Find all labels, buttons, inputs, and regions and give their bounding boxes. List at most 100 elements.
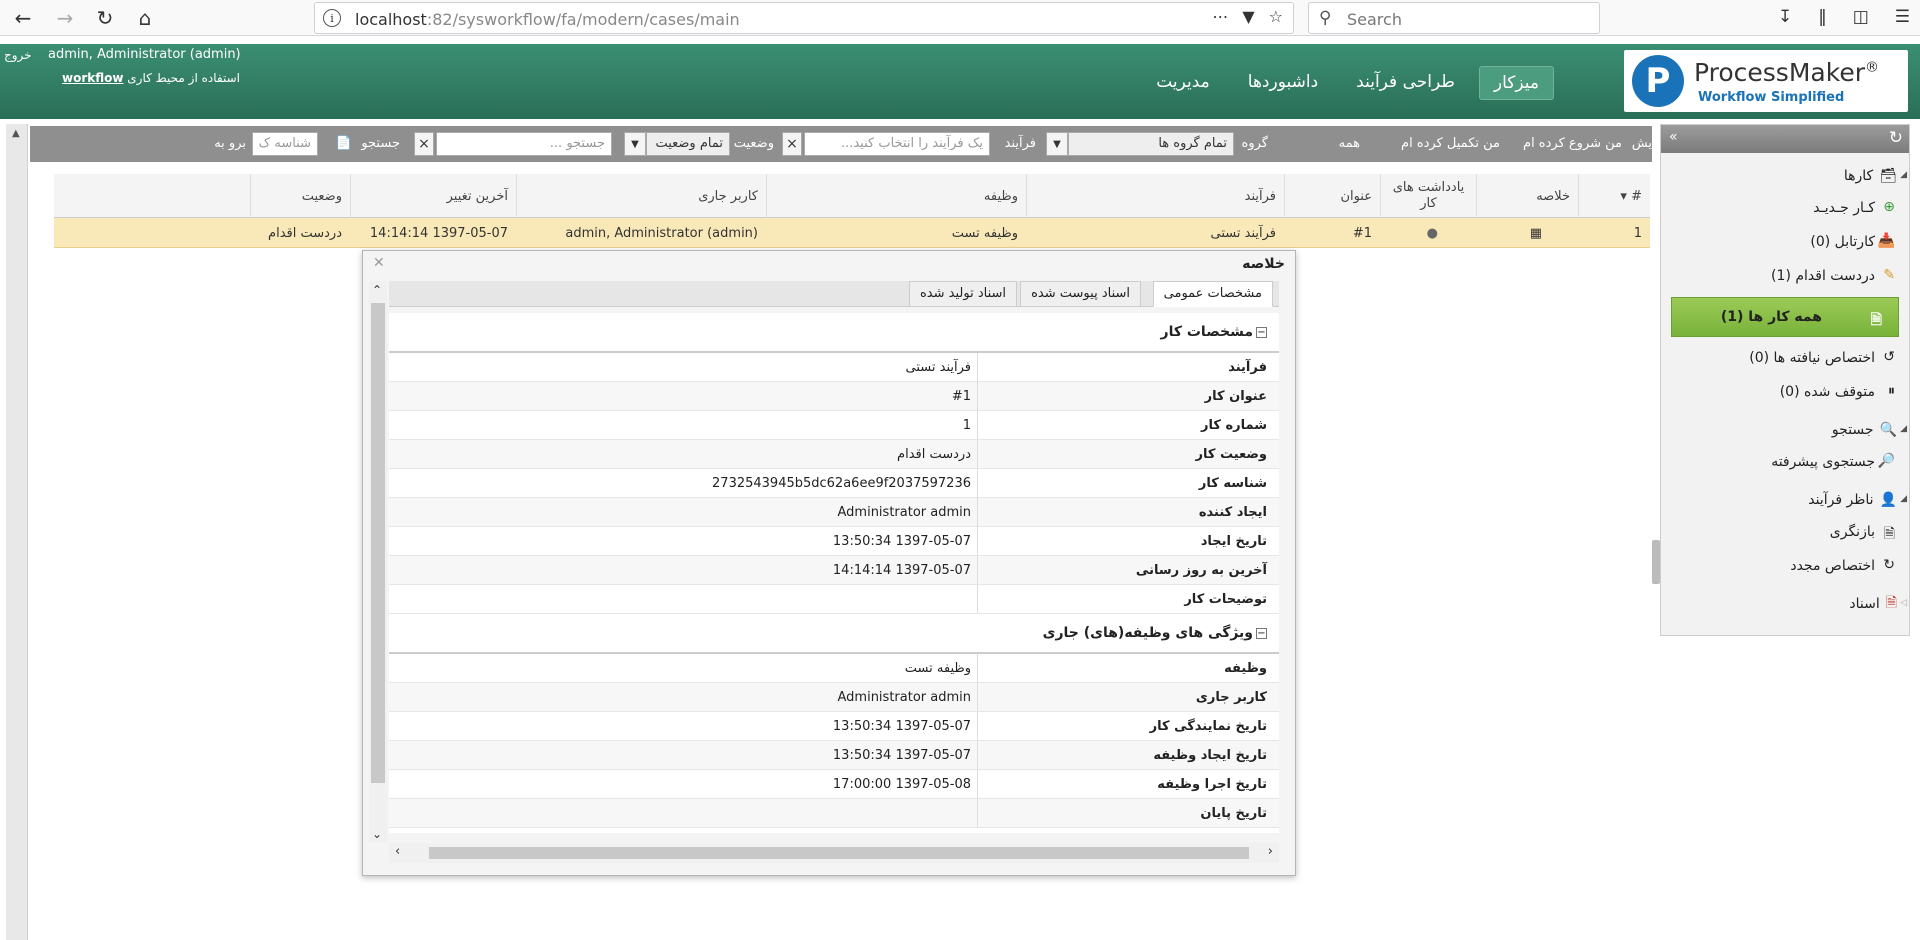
- section-case-properties[interactable]: − مشخصات کار: [389, 313, 1279, 353]
- expand-triangle-icon[interactable]: ◢: [1900, 494, 1907, 504]
- sidebar-item-new-case[interactable]: ⊕ کـار جـدیـد: [1661, 191, 1909, 225]
- page-actions-icon[interactable]: ⋯: [1212, 7, 1228, 26]
- search-clear-icon[interactable]: ×: [414, 132, 434, 156]
- sidebar-item-review[interactable]: 🗎 بازنگری: [1661, 515, 1909, 549]
- browser-search-input[interactable]: ⚲ Search: [1308, 2, 1600, 34]
- info-icon[interactable]: i: [323, 9, 341, 27]
- sidebar-group-documents[interactable]: ◁ 🗎 اسناد: [1661, 589, 1909, 619]
- sidebar-item-inbox[interactable]: 📥 کارتابل (0): [1661, 225, 1909, 259]
- sidebar-item-advanced-search[interactable]: 🔎 جستجوی پیشرفته: [1661, 445, 1909, 479]
- col-status[interactable]: وضعیت: [250, 174, 350, 218]
- close-icon[interactable]: ✕: [373, 255, 385, 271]
- col-task[interactable]: وظیفه: [766, 174, 1026, 218]
- notes-bubble-icon[interactable]: ●: [1380, 218, 1476, 248]
- panel-splitter[interactable]: [1652, 540, 1660, 584]
- sidebar-group-supervisor[interactable]: ◢ 👤 ناظر فرآیند: [1661, 485, 1909, 515]
- tab-generated-docs[interactable]: اسناد تولید شده: [908, 281, 1017, 307]
- plus-circle-icon: ⊕: [1883, 199, 1895, 215]
- library-icon[interactable]: ‖: [1818, 7, 1827, 27]
- col-num[interactable]: # ▾: [1578, 174, 1650, 218]
- scroll-up-icon[interactable]: ⌃: [372, 283, 382, 297]
- all-cases-icon: 🗎: [1870, 312, 1882, 328]
- collapse-icon[interactable]: −: [1256, 627, 1267, 639]
- col-notes[interactable]: یادداشت های کار: [1380, 174, 1476, 218]
- page-scrollbar[interactable]: ▲: [6, 124, 28, 940]
- url-text: localhost:82/sysworkflow/fa/modern/cases…: [355, 10, 740, 29]
- collapse-sidebar-icon[interactable]: »: [1669, 129, 1678, 145]
- field-row: تاریخ ایجاد 1397-05-07 13:50:34: [389, 527, 1279, 556]
- sidebar-header: ↻ »: [1661, 125, 1909, 153]
- scroll-right-icon[interactable]: ›: [1268, 844, 1273, 859]
- field-row: شناسه کار 2732543945b5dc62a6ee9f203759723…: [389, 469, 1279, 498]
- summary-content: − مشخصات کار فرآیند فرآیند تستی عنوان کار #…: [389, 313, 1279, 833]
- tab-general[interactable]: مشخصات عمومی: [1152, 281, 1273, 307]
- filter-completed-by-me[interactable]: من تکمیل کرده ام: [1401, 136, 1500, 151]
- sidebar-toggle-icon[interactable]: ◫: [1853, 7, 1869, 27]
- summary-hscroll[interactable]: ‹ ›: [389, 843, 1279, 863]
- collapse-icon[interactable]: −: [1256, 326, 1267, 338]
- col-last-modify[interactable]: آخرین تغییر: [350, 174, 516, 218]
- menu-admin[interactable]: مدیریت: [1142, 66, 1224, 100]
- filter-all[interactable]: همه: [1339, 136, 1360, 151]
- bookmark-star-icon[interactable]: ☆: [1269, 7, 1283, 26]
- cases-folder-icon: 🗃: [1879, 168, 1897, 184]
- collapsed-triangle-icon[interactable]: ◁: [1900, 598, 1907, 608]
- section-current-tasks[interactable]: − ویژگی های وظیفه(های) جاری: [389, 614, 1279, 654]
- reassign-icon: ↻: [1883, 557, 1895, 573]
- logout-link[interactable]: خروج: [4, 48, 32, 62]
- cell-process: فرآیند تستی: [1210, 225, 1276, 241]
- sidebar-item-reassign[interactable]: ↻ اختصاص مجدد: [1661, 549, 1909, 583]
- filter-started-by-me[interactable]: من شروع کرده ام: [1523, 136, 1622, 151]
- cases-grid-header: # ▾ خلاصه یادداشت های کار عنوان فرآیند و…: [54, 174, 1650, 218]
- hscroll-thumb[interactable]: [429, 847, 1249, 859]
- group-select[interactable]: تمام گروه ها: [1068, 132, 1234, 156]
- summary-vscroll[interactable]: ⌃ ⌄: [369, 281, 387, 843]
- forward-icon[interactable]: →: [50, 3, 80, 33]
- expand-triangle-icon[interactable]: ◢: [1900, 424, 1907, 434]
- pencil-icon: ✎: [1883, 267, 1895, 283]
- scroll-left-icon[interactable]: ‹: [395, 844, 400, 859]
- case-fields: فرآیند فرآیند تستی عنوان کار #1 شماره کار 1…: [389, 353, 1279, 614]
- scroll-down-icon[interactable]: ⌄: [372, 827, 382, 841]
- menu-icon[interactable]: ☰: [1895, 7, 1910, 27]
- download-icon[interactable]: ↧: [1778, 7, 1792, 27]
- back-icon[interactable]: ←: [8, 3, 38, 33]
- pocket-icon[interactable]: ▼: [1242, 7, 1254, 26]
- filter-tail[interactable]: یش: [1632, 136, 1652, 151]
- sidebar-item-draft[interactable]: ✎ دردست اقدام (1): [1661, 259, 1909, 293]
- sidebar-group-search[interactable]: ◢ 🔍 جستجو: [1661, 415, 1909, 445]
- home-icon[interactable]: ⌂: [130, 3, 160, 33]
- process-clear-icon[interactable]: ×: [782, 132, 802, 156]
- group-dropdown-icon[interactable]: ▼: [1046, 132, 1068, 156]
- field-row: آخرین به روز رسانی 1397-05-07 14:14:14: [389, 556, 1279, 585]
- menu-home[interactable]: میزکار: [1478, 66, 1554, 100]
- workspace-label: استفاده از محیط کاری workflow: [62, 71, 240, 85]
- scroll-thumb[interactable]: [371, 303, 385, 783]
- menu-designer[interactable]: طراحی فرآیند: [1342, 66, 1469, 100]
- summary-icon[interactable]: ▦: [1476, 218, 1578, 248]
- col-summary[interactable]: خلاصه: [1476, 174, 1578, 218]
- search-doc-icon: 📄: [335, 136, 352, 151]
- status-select[interactable]: تمام وضعیت: [646, 132, 730, 156]
- tab-attached-docs[interactable]: اسناد پیوست شده: [1020, 281, 1141, 307]
- search-input[interactable]: جستجو ...: [436, 132, 612, 156]
- search-button[interactable]: جستجو: [361, 136, 400, 151]
- col-title[interactable]: عنوان: [1284, 174, 1380, 218]
- sidebar-item-unassigned[interactable]: ↺ اختصاص نیافته ها (0): [1661, 341, 1909, 375]
- reload-icon[interactable]: ↻: [90, 3, 120, 33]
- sidebar-item-all-cases[interactable]: 🗎 همه کار ها (1): [1671, 297, 1899, 337]
- col-current-user[interactable]: کاربر جاری: [516, 174, 766, 218]
- sidebar-group-cases[interactable]: ◢ 🗃 کارها: [1661, 161, 1909, 191]
- menu-dashboards[interactable]: داشبوردها: [1234, 66, 1332, 100]
- process-input[interactable]: یک فرآیند را انتخاب کنید...: [804, 132, 990, 156]
- refresh-icon[interactable]: ↻: [1889, 128, 1903, 148]
- address-bar[interactable]: i localhost:82/sysworkflow/fa/modern/cas…: [314, 2, 1294, 34]
- status-dropdown-icon[interactable]: ▼: [624, 132, 646, 156]
- sidebar-item-paused[interactable]: ⏸ متوقف شده (0): [1661, 375, 1909, 409]
- table-row[interactable]: 1 ▦ ● #1 فرآیند تستی وظیفه تست admin, Ad…: [54, 218, 1650, 248]
- scroll-up-icon[interactable]: ▲: [12, 128, 20, 139]
- case-id-input[interactable]: شناسه ک: [252, 132, 318, 156]
- field-row: وضعیت کار دردست اقدام: [389, 440, 1279, 469]
- col-process[interactable]: فرآیند: [1026, 174, 1284, 218]
- expand-triangle-icon[interactable]: ◢: [1900, 170, 1907, 180]
